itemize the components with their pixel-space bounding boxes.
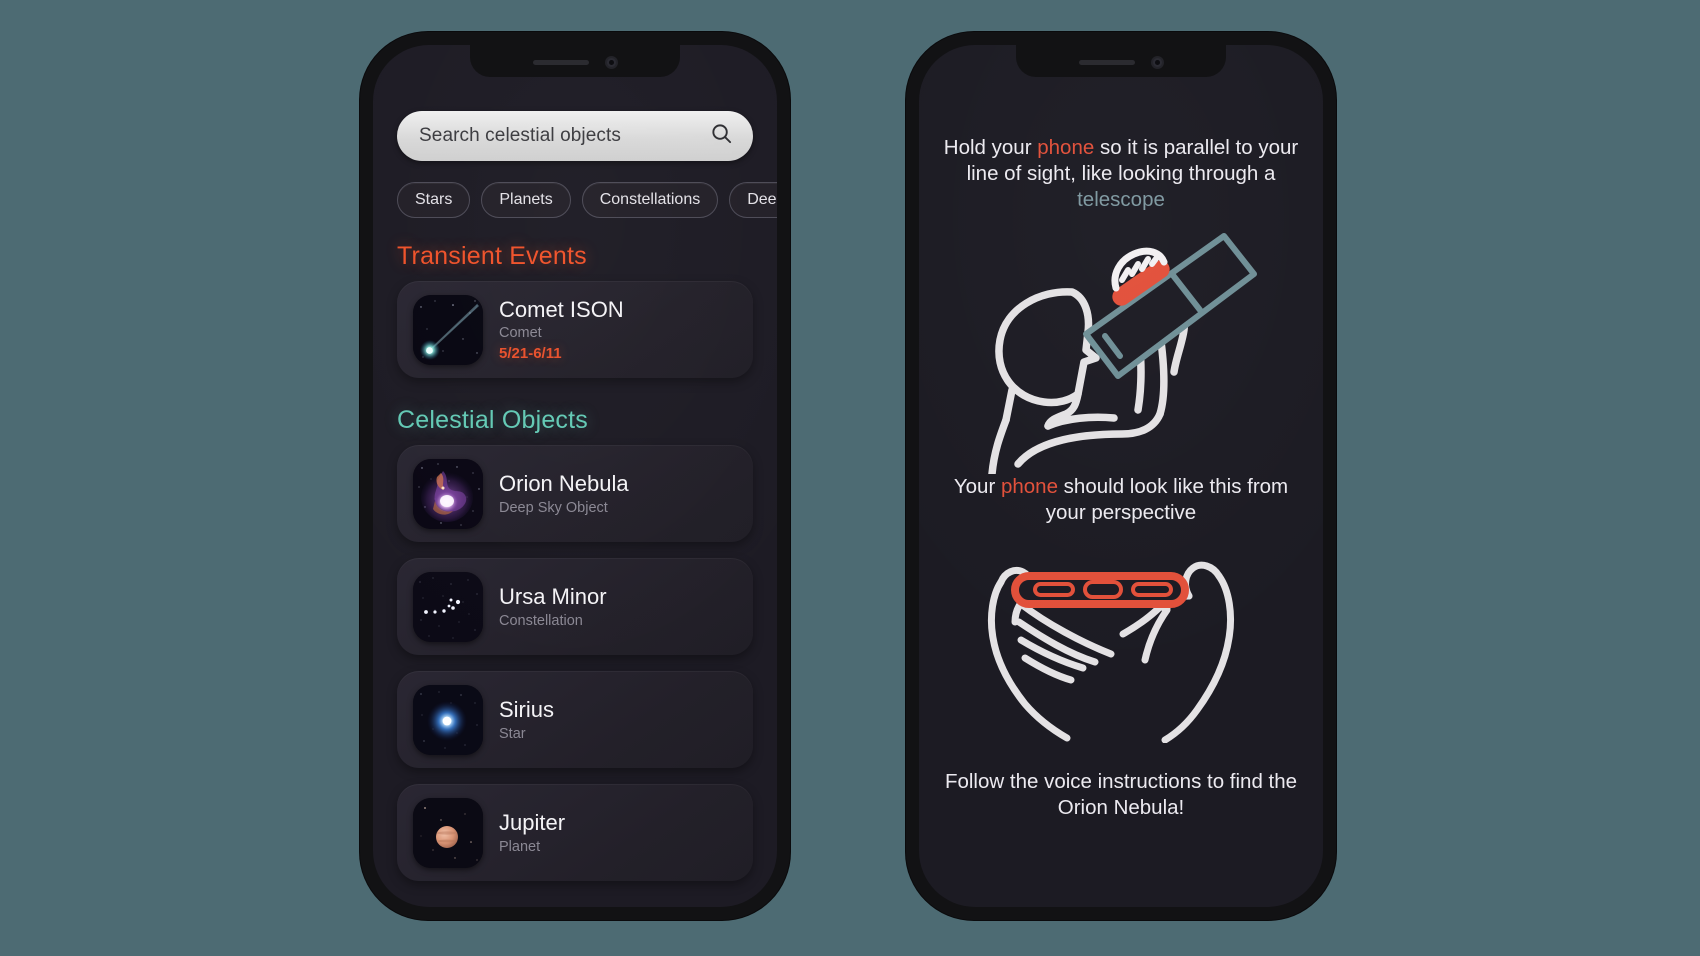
list-item-sirius[interactable]: Sirius Star [397,671,753,768]
item-subtitle: Deep Sky Object [499,499,608,516]
list-item-jupiter[interactable]: Jupiter Planet [397,784,753,881]
hands-holding-phone-illustration [919,538,1323,744]
instruction-text-bottom: Follow the voice instructions to find th… [944,770,1298,819]
instruction-text-top: Hold your phone so it is parallel to you… [919,135,1323,212]
list-item-text: Jupiter Planet [499,810,565,855]
item-title: Comet ISON [499,296,624,322]
front-camera-icon [1150,56,1164,69]
instr-mid-highlight-phone: phone [1000,475,1058,499]
item-subtitle: Comet [499,325,542,342]
instruction-text-middle: Your phone should look like this from yo… [919,474,1323,526]
front-camera-icon [604,56,618,69]
search-icon[interactable] [710,122,733,150]
item-subtitle: Constellation [499,612,583,629]
left-phone-screen: Search celestial objects Stars Planets C… [373,45,777,907]
filter-chip-constellations[interactable]: Constellations [581,182,719,218]
section-heading-transient-events: Transient Events [397,242,587,270]
item-title: Ursa Minor [499,584,607,610]
instr-top-highlight-telescope: telescope [1077,187,1165,211]
filter-chip-planets[interactable]: Planets [481,182,571,218]
phone-notch-left [470,45,680,77]
phone-mockup-left: Search celestial objects Stars Planets C… [360,32,790,920]
filter-chip-stars[interactable]: Stars [397,182,471,218]
list-item-text: Ursa Minor Constellation [499,584,607,629]
list-item-orion-nebula[interactable]: Orion Nebula Deep Sky Object [397,445,753,542]
list-item-text: Comet ISON Comet 5/21-6/11 [499,297,624,363]
star-thumbnail [413,684,483,755]
phone-mockup-right: Hold your phone so it is parallel to you… [906,32,1336,920]
chip-label: Deep Sky O [747,191,777,208]
nebula-thumbnail [413,458,483,529]
list-item-ursa-minor[interactable]: Ursa Minor Constellation [397,558,753,655]
chip-label: Stars [415,191,453,208]
right-phone-screen: Hold your phone so it is parallel to you… [919,45,1323,907]
list-item-text: Sirius Star [499,697,554,742]
phone-notch-right [1016,45,1226,77]
instr-mid-part2: should look like this from your perspect… [1045,475,1289,525]
list-item-comet-ison[interactable]: Comet ISON Comet 5/21-6/11 [397,281,753,378]
comet-thumbnail [413,294,483,365]
item-title: Orion Nebula [499,471,629,497]
chip-label: Planets [499,191,553,208]
item-subtitle: Planet [499,838,541,855]
speaker-grille-icon [532,60,589,65]
constellation-thumbnail [413,571,483,642]
planet-thumbnail [413,797,483,868]
search-input[interactable]: Search celestial objects [397,111,753,161]
celestial-browser-content: Search celestial objects Stars Planets C… [373,45,777,907]
filter-chip-deep-sky-objects[interactable]: Deep Sky O [729,182,777,218]
chip-label: Constellations [599,191,701,208]
telescope-instructions-content: Hold your phone so it is parallel to you… [919,45,1323,907]
filter-chip-row[interactable]: Stars Planets Constellations Deep Sky O [397,182,777,218]
screenshot-stage: Search celestial objects Stars Planets C… [0,0,1700,956]
item-subtitle: Star [499,725,526,742]
instr-top-part1: Hold your [943,136,1038,159]
search-placeholder: Search celestial objects [419,125,622,146]
section-heading-celestial-objects: Celestial Objects [397,406,588,434]
instr-top-highlight-phone: phone [1037,136,1095,159]
speaker-grille-icon [1078,60,1135,65]
person-with-telescope-illustration [919,212,1323,475]
item-title: Sirius [499,697,555,723]
instr-mid-part1: Your [953,475,1001,499]
list-item-text: Orion Nebula Deep Sky Object [499,471,629,516]
item-date-range: 5/21-6/11 [499,345,562,363]
item-title: Jupiter [499,810,566,836]
